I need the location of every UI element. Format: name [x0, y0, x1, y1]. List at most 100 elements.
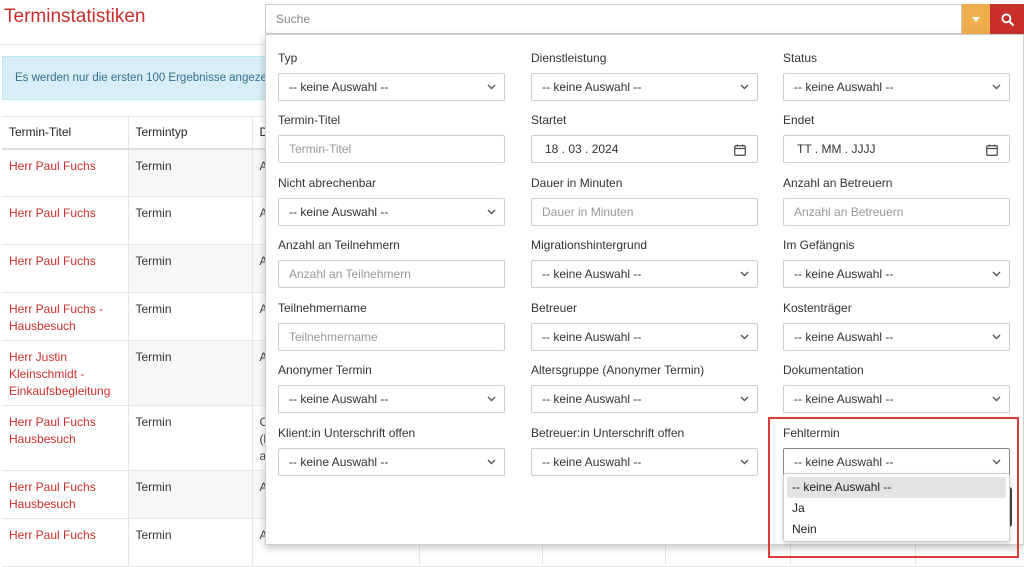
filter-dauer-label: Dauer in Minuten	[531, 176, 623, 190]
filter-anonymer-termin-value: -- keine Auswahl --	[289, 392, 389, 406]
chevron-down-icon	[487, 459, 496, 465]
filter-dienstleistung: Dienstleistung -- keine Auswahl --	[531, 50, 758, 101]
filter-betreuer-label: Betreuer	[531, 301, 578, 315]
filter-betreuer-value: -- keine Auswahl --	[542, 330, 642, 344]
filter-endet: Endet TT . MM . JJJJ	[783, 112, 1010, 163]
filter-teilnehmername-input[interactable]: Teilnehmername	[278, 323, 505, 351]
filter-anonymer-termin-label: Anonymer Termin	[278, 363, 372, 377]
dropdown-option-nein[interactable]: Nein	[787, 519, 1006, 540]
chevron-down-icon	[740, 334, 749, 340]
filter-migrationshintergrund-select[interactable]: -- keine Auswahl --	[531, 260, 758, 288]
chevron-down-icon	[992, 84, 1001, 90]
filter-status: Status -- keine Auswahl --	[783, 50, 1010, 101]
filter-anzahl-betreuern-input[interactable]: Anzahl an Betreuern	[783, 198, 1010, 226]
filter-endet-date-input[interactable]: TT . MM . JJJJ	[783, 135, 1010, 163]
row-type: Termin	[128, 244, 253, 293]
filter-nicht-abrechenbar-label: Nicht abrechenbar	[278, 176, 377, 190]
filter-termin-titel: Termin-Titel Termin-Titel	[278, 112, 505, 163]
dropdown-option-keine-auswahl[interactable]: -- keine Auswahl --	[787, 477, 1006, 498]
filter-toggle-button[interactable]	[962, 4, 990, 34]
filter-anzahl-teilnehmern-input[interactable]: Anzahl an Teilnehmern	[278, 260, 505, 288]
filter-altersgruppe-value: -- keine Auswahl --	[542, 392, 642, 406]
filter-betreuer-unterschrift-value: -- keine Auswahl --	[542, 455, 642, 469]
filter-im-gefaengnis-select[interactable]: -- keine Auswahl --	[783, 260, 1010, 288]
row-title-link[interactable]: Herr Paul Fuchs Hausbesuch	[2, 405, 129, 471]
filter-fehltermin-label: Fehltermin	[783, 426, 840, 440]
filter-panel: Typ -- keine Auswahl -- Dienstleistung -…	[265, 34, 1024, 545]
filter-kostentraeger: Kostenträger -- keine Auswahl --	[783, 300, 1010, 351]
filter-anzahl-teilnehmern: Anzahl an Teilnehmern Anzahl an Teilnehm…	[278, 237, 505, 288]
chevron-down-icon	[487, 396, 496, 402]
column-header-termin-titel[interactable]: Termin-Titel	[2, 116, 129, 150]
filter-klient-unterschrift-label: Klient:in Unterschrift offen	[278, 426, 416, 440]
row-type: Termin	[128, 405, 253, 471]
row-title-link[interactable]: Herr Paul Fuchs	[2, 148, 129, 197]
row-title-link[interactable]: Herr Justin Kleinschmidt - Einkaufsbegle…	[2, 340, 129, 406]
filter-kostentraeger-label: Kostenträger	[783, 301, 852, 315]
calendar-icon[interactable]	[986, 144, 998, 156]
filter-klient-unterschrift-value: -- keine Auswahl --	[289, 455, 389, 469]
filter-betreuer-unterschrift: Betreuer:in Unterschrift offen -- keine …	[531, 425, 758, 476]
filter-nicht-abrechenbar-select[interactable]: -- keine Auswahl --	[278, 198, 505, 226]
chevron-down-icon	[740, 271, 749, 277]
filter-im-gefaengnis-label: Im Gefängnis	[783, 238, 855, 252]
filter-startet-label: Startet	[531, 113, 567, 127]
filter-status-select[interactable]: -- keine Auswahl --	[783, 73, 1010, 101]
filter-fehltermin: Fehltermin -- keine Auswahl --	[783, 425, 1010, 476]
chevron-down-icon	[992, 396, 1001, 402]
filter-fehltermin-select[interactable]: -- keine Auswahl --	[783, 448, 1010, 476]
filter-kostentraeger-select[interactable]: -- keine Auswahl --	[783, 323, 1010, 351]
search-button[interactable]	[990, 4, 1024, 34]
filter-teilnehmername: Teilnehmername Teilnehmername	[278, 300, 505, 351]
filter-altersgruppe-label: Altersgruppe (Anonymer Termin)	[531, 363, 705, 377]
filter-dokumentation-select[interactable]: -- keine Auswahl --	[783, 385, 1010, 413]
filter-termin-titel-input[interactable]: Termin-Titel	[278, 135, 505, 163]
row-type: Termin	[128, 196, 253, 245]
filter-status-label: Status	[783, 51, 818, 65]
row-title-link[interactable]: Herr Paul Fuchs Hausbesuch	[2, 470, 129, 519]
calendar-icon[interactable]	[734, 144, 746, 156]
filter-anzahl-betreuern-label: Anzahl an Betreuern	[783, 176, 893, 190]
column-header-termintyp[interactable]: Termintyp	[128, 116, 253, 150]
filter-klient-unterschrift: Klient:in Unterschrift offen -- keine Au…	[278, 425, 505, 476]
filter-migrationshintergrund-label: Migrationshintergrund	[531, 238, 648, 252]
filter-betreuer-select[interactable]: -- keine Auswahl --	[531, 323, 758, 351]
row-type: Termin	[128, 148, 253, 197]
filter-startet: Startet 18 . 03 . 2024	[531, 112, 758, 163]
row-title-link[interactable]: Herr Paul Fuchs - Hausbesuch	[2, 292, 129, 341]
page-title: Terminstatistiken	[4, 6, 146, 27]
filter-endet-label: Endet	[783, 113, 815, 127]
filter-nicht-abrechenbar: Nicht abrechenbar -- keine Auswahl --	[278, 175, 505, 226]
chevron-down-icon	[740, 396, 749, 402]
chevron-down-icon	[487, 84, 496, 90]
filter-dienstleistung-select[interactable]: -- keine Auswahl --	[531, 73, 758, 101]
filter-dienstleistung-label: Dienstleistung	[531, 51, 607, 65]
row-title-link[interactable]: Herr Paul Fuchs	[2, 244, 129, 293]
filter-migrationshintergrund-value: -- keine Auswahl --	[542, 267, 642, 281]
filter-anonymer-termin-select[interactable]: -- keine Auswahl --	[278, 385, 505, 413]
filter-dokumentation-value: -- keine Auswahl --	[794, 392, 894, 406]
filter-startet-date-input[interactable]: 18 . 03 . 2024	[531, 135, 758, 163]
search-icon	[1000, 12, 1014, 26]
filter-dokumentation: Dokumentation -- keine Auswahl --	[783, 362, 1010, 413]
filter-dokumentation-label: Dokumentation	[783, 363, 864, 377]
row-title-link[interactable]: Herr Paul Fuchs	[2, 518, 129, 567]
row-type: Termin	[128, 518, 253, 567]
chevron-down-icon	[487, 209, 496, 215]
filter-kostentraeger-value: -- keine Auswahl --	[794, 330, 894, 344]
filter-anonymer-termin: Anonymer Termin -- keine Auswahl --	[278, 362, 505, 413]
filter-klient-unterschrift-select[interactable]: -- keine Auswahl --	[278, 448, 505, 476]
title-divider	[0, 44, 265, 45]
filter-altersgruppe-select[interactable]: -- keine Auswahl --	[531, 385, 758, 413]
filter-termin-titel-label: Termin-Titel	[278, 113, 341, 127]
filter-migrationshintergrund: Migrationshintergrund -- keine Auswahl -…	[531, 237, 758, 288]
row-title-link[interactable]: Herr Paul Fuchs	[2, 196, 129, 245]
search-input[interactable]	[265, 4, 962, 34]
filter-betreuer-unterschrift-select[interactable]: -- keine Auswahl --	[531, 448, 758, 476]
filter-dauer-input[interactable]: Dauer in Minuten	[531, 198, 758, 226]
filter-status-value: -- keine Auswahl --	[794, 80, 894, 94]
filter-altersgruppe: Altersgruppe (Anonymer Termin) -- keine …	[531, 362, 758, 413]
filter-typ-select[interactable]: -- keine Auswahl --	[278, 73, 505, 101]
dropdown-option-ja[interactable]: Ja	[787, 498, 1006, 519]
filter-teilnehmername-label: Teilnehmername	[278, 301, 367, 315]
